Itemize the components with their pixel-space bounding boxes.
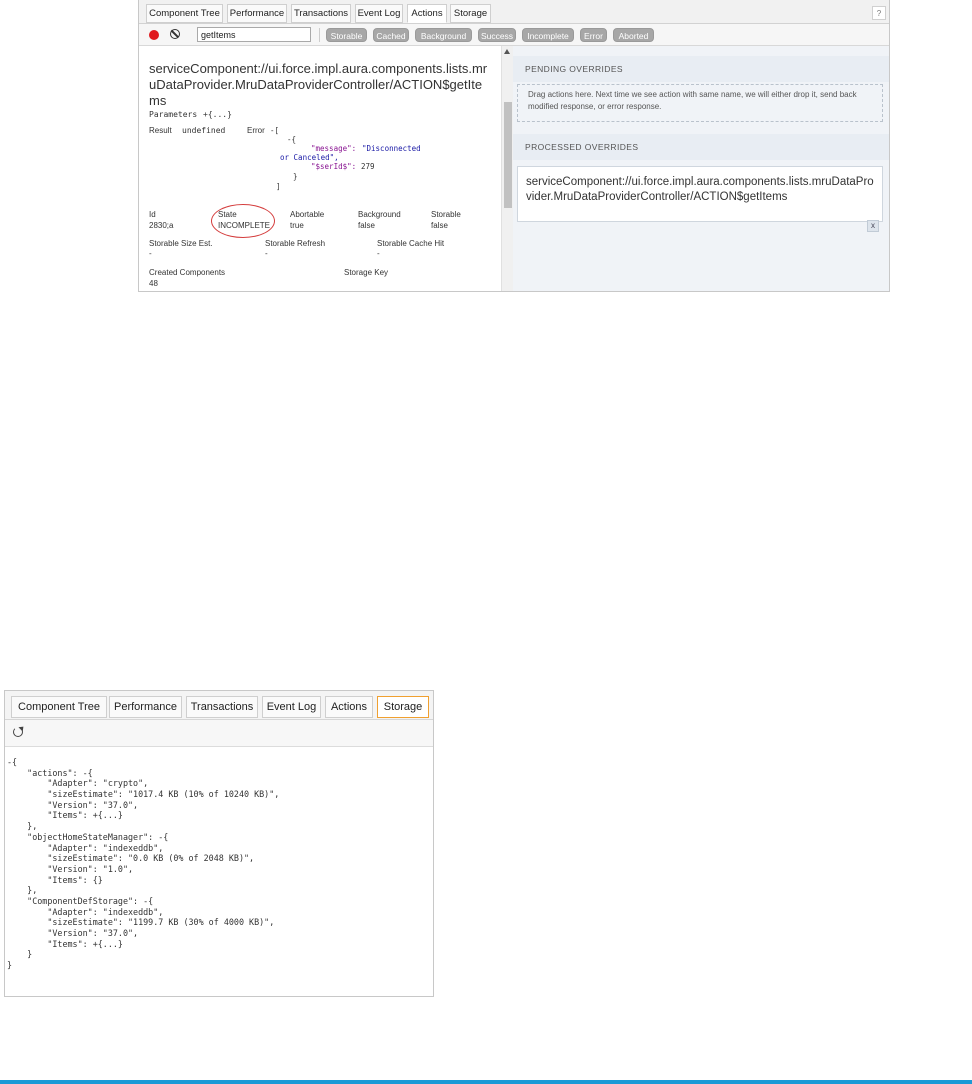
created-components-label: Created Components	[149, 268, 226, 277]
error-message-value-cont: or Canceled",	[280, 153, 339, 162]
storable-size-label: Storable Size Est.	[149, 239, 213, 248]
storage-tree-line[interactable]: "Items": +{...}	[7, 939, 433, 950]
error-array-open[interactable]: -[	[270, 126, 279, 135]
storage-tree-line: "sizeEstimate": "0.0 KB (0% of 2048 KB)"…	[7, 853, 255, 864]
storage-tree-line: }	[7, 949, 33, 960]
error-object-open[interactable]: -{	[287, 135, 296, 144]
state-highlight-circle	[211, 204, 275, 238]
storable-value: false	[431, 221, 448, 230]
storage-tree-line[interactable]: "ComponentDefStorage": -{	[7, 896, 433, 907]
overrides-pane: PENDING OVERRIDES Drag actions here. Nex…	[513, 46, 889, 291]
storable-cache-hit-label: Storable Cache Hit	[377, 239, 445, 248]
filter-storable-button[interactable]: Storable	[326, 28, 367, 42]
result-value: undefined	[182, 126, 226, 135]
filter-cached-button[interactable]: Cached	[373, 28, 409, 42]
storage-tree-line: "Adapter": "crypto",	[7, 778, 149, 789]
tab-component-tree[interactable]: Component Tree	[146, 4, 223, 23]
abortable-label: Abortable	[290, 210, 325, 219]
tab-storage[interactable]: Storage	[450, 4, 491, 23]
storage-devtools-panel: Component Tree Performance Transactions …	[4, 690, 434, 997]
tab-performance[interactable]: Performance	[109, 696, 182, 718]
storage-tree-line: "sizeEstimate": "1199.7 KB (30% of 4000 …	[7, 917, 275, 928]
tab-transactions[interactable]: Transactions	[291, 4, 351, 23]
storage-toolbar	[5, 720, 433, 747]
id-label: Id	[149, 210, 156, 219]
pending-overrides-heading: PENDING OVERRIDES	[513, 56, 889, 82]
remove-override-button[interactable]: x	[867, 220, 879, 232]
filter-success-button[interactable]: Success	[478, 28, 516, 42]
tab-bar: Component Tree Performance Transactions …	[5, 691, 433, 720]
parameters-label: Parameters	[149, 110, 198, 119]
storage-tree-line[interactable]: -{	[7, 757, 433, 768]
tab-actions[interactable]: Actions	[325, 696, 373, 718]
clear-icon[interactable]	[170, 29, 180, 39]
background-value: false	[358, 221, 375, 230]
storage-tree-line[interactable]: "actions": -{	[7, 768, 433, 779]
id-value: 2830;a	[149, 221, 174, 230]
tab-event-log[interactable]: Event Log	[262, 696, 321, 718]
pending-overrides-drop-zone[interactable]: Drag actions here. Next time we see acti…	[517, 84, 883, 122]
abortable-value: true	[290, 221, 304, 230]
tab-event-log[interactable]: Event Log	[355, 4, 403, 23]
left-pane-scrollbar[interactable]	[501, 46, 513, 291]
filter-incomplete-button[interactable]: Incomplete	[522, 28, 574, 42]
record-icon[interactable]	[149, 30, 159, 40]
error-message-value: "Disconnected	[362, 144, 421, 153]
processed-override-item[interactable]: serviceComponent://ui.force.impl.aura.co…	[517, 166, 883, 222]
tab-performance[interactable]: Performance	[227, 4, 287, 23]
created-components-value: 48	[149, 279, 158, 288]
action-name: serviceComponent://ui.force.impl.aura.co…	[149, 61, 488, 108]
storage-tree-line: },	[7, 885, 38, 896]
storable-refresh-value: -	[265, 249, 268, 258]
storage-tree-line: "Version": "37.0",	[7, 799, 139, 810]
background-label: Background	[358, 210, 401, 219]
action-filter-input[interactable]	[197, 27, 311, 42]
tab-component-tree[interactable]: Component Tree	[11, 696, 107, 718]
filter-aborted-button[interactable]: Aborted	[613, 28, 654, 42]
scroll-up-arrow-icon[interactable]	[504, 49, 510, 54]
error-id-value: 279	[361, 162, 375, 171]
storage-tree-line: }	[7, 960, 13, 971]
storable-label: Storable	[431, 210, 461, 219]
action-detail-card[interactable]: serviceComponent://ui.force.impl.aura.co…	[139, 46, 501, 291]
storage-tree-line[interactable]: "objectHomeStateManager": -{	[7, 832, 433, 843]
actions-toolbar: Storable Cached Background Success Incom…	[139, 24, 889, 46]
storage-tree-line: "Version": "1.0",	[7, 863, 134, 874]
tab-storage[interactable]: Storage	[377, 696, 429, 718]
storage-tree-line: "Version": "37.0",	[7, 928, 139, 938]
help-button[interactable]: ?	[872, 6, 886, 20]
scroll-thumb[interactable]	[504, 102, 512, 208]
storable-size-value: -	[149, 249, 152, 258]
storable-refresh-label: Storable Refresh	[265, 239, 326, 248]
parameters-toggle[interactable]: +{...}	[203, 110, 232, 119]
error-message-key: "message":	[311, 144, 357, 153]
result-label: Result	[149, 126, 172, 135]
storage-json-tree[interactable]: -{ "actions": -{ "Adapter": "crypto", "s…	[7, 757, 433, 971]
storage-tree-line: },	[7, 821, 38, 832]
storage-tree-line[interactable]: "Items": +{...}	[7, 810, 433, 821]
error-array-close: ]	[276, 182, 281, 191]
storage-tree-line: "Items": {}	[7, 874, 103, 885]
storage-tree-line: "Adapter": "indexeddb",	[7, 842, 164, 853]
error-label: Error	[247, 126, 265, 135]
refresh-icon[interactable]	[13, 727, 23, 737]
filter-background-button[interactable]: Background	[415, 28, 472, 42]
storage-key-label: Storage Key	[344, 268, 389, 277]
error-object-close: }	[293, 172, 298, 181]
storable-cache-hit-value: -	[377, 249, 380, 258]
page-bottom-rule	[0, 1080, 972, 1084]
storage-tree-line: "Adapter": "indexeddb",	[7, 906, 164, 917]
tab-bar: Component Tree Performance Transactions …	[139, 0, 889, 24]
toolbar-divider	[319, 28, 320, 42]
filter-error-button[interactable]: Error	[580, 28, 607, 42]
actions-devtools-panel: Component Tree Performance Transactions …	[138, 0, 890, 292]
error-id-key: "$serId$":	[311, 162, 357, 171]
tab-actions[interactable]: Actions	[407, 4, 447, 23]
storage-tree-line: "sizeEstimate": "1017.4 KB (10% of 10240…	[7, 789, 280, 800]
tab-transactions[interactable]: Transactions	[186, 696, 258, 718]
processed-overrides-heading: PROCESSED OVERRIDES	[513, 134, 889, 160]
